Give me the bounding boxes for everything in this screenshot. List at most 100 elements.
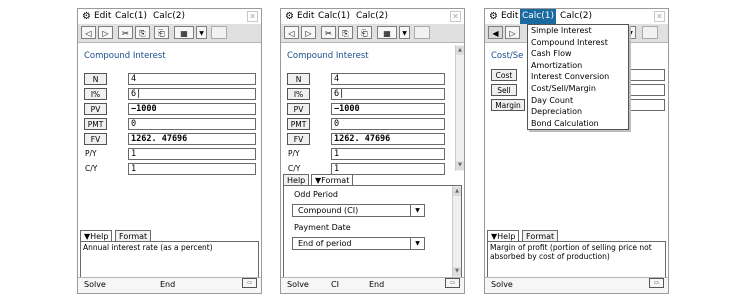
field-value-pv[interactable]: −1000 — [128, 103, 256, 115]
toolbar-blank-button[interactable] — [642, 26, 658, 39]
menu-item-compound-interest[interactable]: Compound Interest — [528, 37, 628, 49]
setting-value-py[interactable]: 1 — [128, 148, 256, 160]
field-label-i[interactable]: I% — [287, 88, 310, 100]
field-label-pmt[interactable]: PMT — [84, 118, 107, 130]
status-end[interactable]: End — [369, 278, 384, 292]
field-label-pv[interactable]: PV — [84, 103, 107, 115]
chevron-down-icon[interactable]: ▼ — [410, 205, 424, 216]
field-value-pv[interactable]: −1000 — [331, 103, 445, 115]
copy-icon[interactable]: ⎘ — [338, 26, 353, 39]
copy-icon[interactable]: ⎘ — [135, 26, 150, 39]
status-bar: Solve ▭ — [485, 277, 668, 293]
toolbar-dropdown-icon[interactable]: ▼ — [399, 26, 410, 39]
scrollbar-upper[interactable]: ▲ ▼ — [455, 45, 464, 171]
status-ci[interactable]: CI — [331, 278, 339, 292]
battery-icon: ▭ — [445, 278, 460, 288]
menu-calc1[interactable]: Calc(1) — [316, 9, 352, 24]
field-label-i[interactable]: I% — [84, 88, 107, 100]
scrollbar-lower[interactable]: ▲ ▼ — [452, 186, 461, 277]
field-value-i[interactable]: 6| — [128, 88, 256, 100]
calculator-screen-1: ⚙ Edit Calc(1) Calc(2) ✕ ◁ ▷ ✂ ⎘ ⎗ ▦ ▼ C… — [77, 8, 262, 294]
toolbar-blank-button[interactable] — [211, 26, 227, 39]
scroll-down-icon[interactable]: ▼ — [453, 267, 461, 276]
help-panel: Annual interest rate (as a percent) — [80, 241, 259, 278]
menu-edit[interactable]: Edit — [499, 9, 520, 24]
field-value-pmt[interactable]: 0 — [128, 118, 256, 130]
payment-date-label: Payment Date — [294, 223, 351, 232]
setting-label-py: P/Y — [288, 149, 300, 158]
menu-item-cost-sell-margin[interactable]: Cost/Sell/Margin — [528, 83, 628, 95]
menu-item-bond-calculation[interactable]: Bond Calculation — [528, 118, 628, 130]
payment-date-value: End of period — [298, 239, 352, 248]
field-label-sell[interactable]: Sell — [491, 84, 517, 96]
status-solve[interactable]: Solve — [84, 278, 106, 292]
toolbar-blank-button[interactable] — [414, 26, 430, 39]
menu-edit[interactable]: Edit — [92, 9, 113, 24]
setting-value-py[interactable]: 1 — [331, 148, 445, 160]
field-value-fv[interactable]: 1262. 47696 — [128, 133, 256, 145]
status-solve[interactable]: Solve — [491, 278, 513, 292]
grid-icon[interactable]: ▦ — [377, 26, 397, 39]
gear-icon[interactable]: ⚙ — [82, 9, 91, 24]
field-label-fv[interactable]: FV — [84, 133, 107, 145]
field-label-pv[interactable]: PV — [287, 103, 310, 115]
scroll-up-icon[interactable]: ▲ — [453, 187, 461, 196]
setting-label-py: P/Y — [85, 149, 97, 158]
help-panel: Margin of profit (portion of selling pri… — [487, 241, 666, 278]
odd-period-select[interactable]: Compound (CI) ▼ — [292, 204, 425, 217]
field-value-pmt[interactable]: 0 — [331, 118, 445, 130]
close-icon[interactable]: ✕ — [654, 11, 665, 22]
menu-item-amortization[interactable]: Amortization — [528, 60, 628, 72]
gear-icon[interactable]: ⚙ — [489, 9, 498, 24]
scroll-down-icon[interactable]: ▼ — [456, 161, 464, 170]
grid-icon[interactable]: ▦ — [174, 26, 194, 39]
setting-value-cy[interactable]: 1 — [128, 163, 256, 175]
cut-icon[interactable]: ✂ — [118, 26, 133, 39]
forward-icon[interactable]: ▷ — [301, 26, 316, 39]
paste-icon[interactable]: ⎗ — [154, 26, 169, 39]
status-bar: Solve End ▭ — [78, 277, 261, 293]
menu-item-simple-interest[interactable]: Simple Interest — [528, 25, 628, 37]
field-value-fv[interactable]: 1262. 47696 — [331, 133, 445, 145]
menu-calc2[interactable]: Calc(2) — [354, 9, 390, 24]
back-icon[interactable]: ◀ — [488, 26, 503, 39]
menu-calc1[interactable]: Calc(1) — [113, 9, 149, 24]
field-label-cost[interactable]: Cost — [491, 69, 517, 81]
cut-icon[interactable]: ✂ — [321, 26, 336, 39]
menu-edit[interactable]: Edit — [295, 9, 316, 24]
menu-item-depreciation[interactable]: Depreciation — [528, 106, 628, 118]
forward-icon[interactable]: ▷ — [505, 26, 520, 39]
format-panel: Odd Period Compound (CI) ▼ Payment Date … — [283, 185, 462, 278]
field-value-i[interactable]: 6| — [331, 88, 445, 100]
forward-icon[interactable]: ▷ — [98, 26, 113, 39]
field-label-pmt[interactable]: PMT — [287, 118, 310, 130]
back-icon[interactable]: ◁ — [284, 26, 299, 39]
payment-date-select[interactable]: End of period ▼ — [292, 237, 425, 250]
menu-calc2[interactable]: Calc(2) — [151, 9, 187, 24]
field-value-n[interactable]: 4 — [331, 73, 445, 85]
status-end[interactable]: End — [160, 278, 175, 292]
menu-item-interest-conversion[interactable]: Interest Conversion — [528, 71, 628, 83]
close-icon[interactable]: ✕ — [450, 11, 461, 22]
menu-calc2[interactable]: Calc(2) — [558, 9, 594, 24]
field-value-n[interactable]: 4 — [128, 73, 256, 85]
status-solve[interactable]: Solve — [287, 278, 309, 292]
back-icon[interactable]: ◁ — [81, 26, 96, 39]
menu-bar: ⚙ Edit Calc(1) Calc(2) ✕ — [485, 9, 668, 25]
close-icon[interactable]: ✕ — [247, 11, 258, 22]
paste-icon[interactable]: ⎗ — [357, 26, 372, 39]
field-label-n[interactable]: N — [287, 73, 310, 85]
chevron-down-icon[interactable]: ▼ — [410, 238, 424, 249]
menu-item-cash-flow[interactable]: Cash Flow — [528, 48, 628, 60]
gear-icon[interactable]: ⚙ — [285, 9, 294, 24]
setting-label-cy: C/Y — [85, 164, 98, 173]
help-text: Annual interest rate (as a percent) — [83, 243, 213, 252]
menu-item-day-count[interactable]: Day Count — [528, 95, 628, 107]
toolbar-dropdown-icon[interactable]: ▼ — [196, 26, 207, 39]
field-label-margin[interactable]: Margin — [491, 99, 525, 111]
field-label-fv[interactable]: FV — [287, 133, 310, 145]
menu-bar: ⚙ Edit Calc(1) Calc(2) ✕ — [78, 9, 261, 25]
menu-calc1[interactable]: Calc(1) — [520, 9, 556, 24]
scroll-up-icon[interactable]: ▲ — [456, 46, 464, 55]
field-label-n[interactable]: N — [84, 73, 107, 85]
